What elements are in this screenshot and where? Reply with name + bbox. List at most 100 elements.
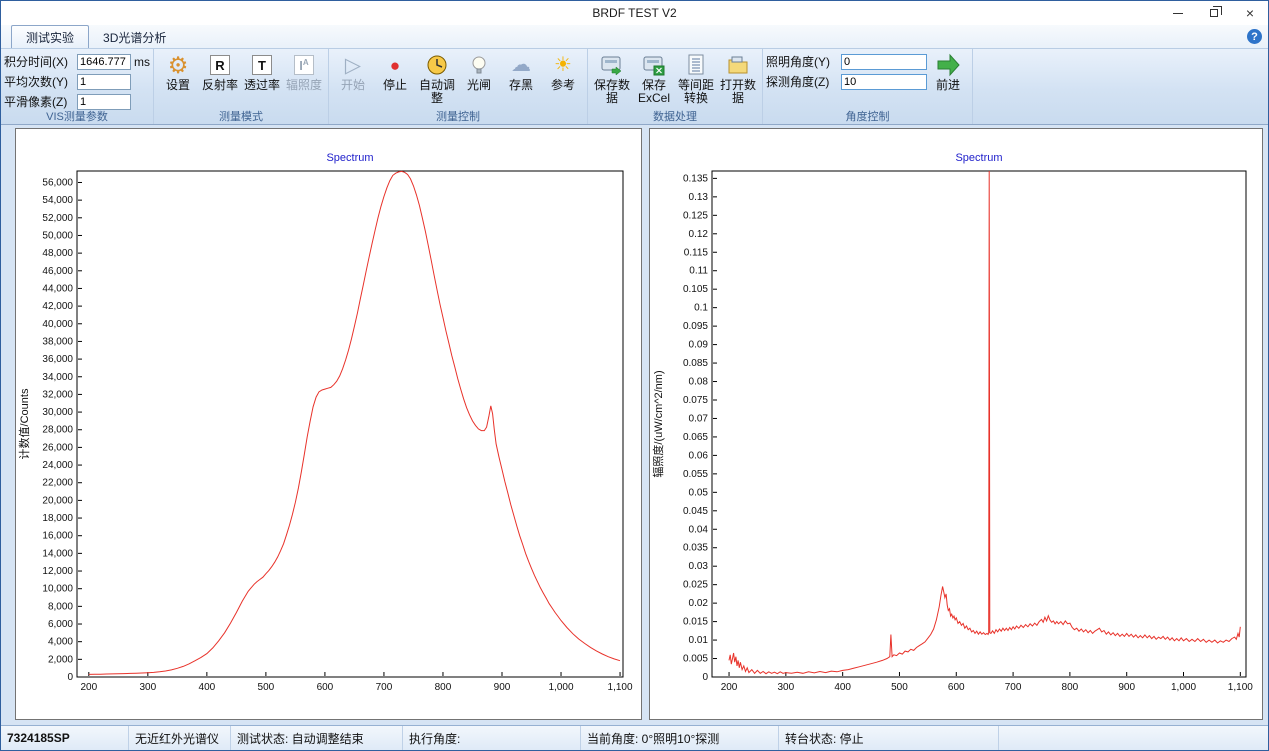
svg-text:0: 0 xyxy=(702,672,708,683)
group-vis-params: 积分时间(X) ms 平均次数(Y) 平滑像素(Z) VIS测量参数 xyxy=(1,49,154,124)
svg-text:计数值/Counts: 计数值/Counts xyxy=(18,388,31,459)
irradiance-spectrum-chart: Spectrum00.0050.010.0150.020.0250.030.03… xyxy=(650,129,1262,719)
store-dark-button[interactable]: ☁ 存黑 xyxy=(500,50,542,106)
shutter-button[interactable]: 光闸 xyxy=(458,50,500,106)
svg-text:52,000: 52,000 xyxy=(42,213,73,224)
auto-adjust-button[interactable]: 自动调整 xyxy=(416,50,458,106)
sun-icon: ☀ xyxy=(554,55,572,75)
tab-test-experiment[interactable]: 测试实验 xyxy=(11,25,89,48)
detection-angle-label: 探测角度(Z) xyxy=(766,73,838,90)
svg-text:Spectrum: Spectrum xyxy=(955,152,1002,164)
smooth-pixels-input[interactable] xyxy=(77,94,131,110)
svg-text:0.09: 0.09 xyxy=(689,340,709,351)
svg-text:24,000: 24,000 xyxy=(42,460,73,471)
svg-text:500: 500 xyxy=(891,682,908,693)
open-data-button[interactable]: 打开数据 xyxy=(717,50,759,106)
status-test-state: 测试状态: 自动调整结束 xyxy=(231,726,403,750)
svg-text:54,000: 54,000 xyxy=(42,195,73,206)
restore-button[interactable] xyxy=(1196,1,1232,25)
svg-text:40,000: 40,000 xyxy=(42,319,73,330)
cloud-icon: ☁ xyxy=(511,55,531,75)
smooth-pixels-field: 平滑像素(Z) xyxy=(4,93,150,110)
minimize-button[interactable] xyxy=(1160,1,1196,25)
svg-text:200: 200 xyxy=(80,682,97,693)
transmittance-button[interactable]: T 透过率 xyxy=(241,50,283,106)
svg-text:48,000: 48,000 xyxy=(42,248,73,259)
svg-text:0.06: 0.06 xyxy=(689,450,709,461)
svg-text:36,000: 36,000 xyxy=(42,354,73,365)
detection-angle-field: 探测角度(Z) xyxy=(766,73,927,90)
svg-text:30,000: 30,000 xyxy=(42,407,73,418)
svg-text:0.12: 0.12 xyxy=(689,229,709,240)
svg-text:0.125: 0.125 xyxy=(683,210,708,221)
save-data-button[interactable]: 保存数据 xyxy=(591,50,633,106)
svg-text:26,000: 26,000 xyxy=(42,442,73,453)
group-angle-control: 照明角度(Y) 探测角度(Z) 前进 角度控制 xyxy=(763,49,973,124)
svg-text:42,000: 42,000 xyxy=(42,301,73,312)
svg-text:1,000: 1,000 xyxy=(549,682,574,693)
svg-text:600: 600 xyxy=(948,682,965,693)
group-measure-mode: ⚙ 设置 R 反射率 T 透过率 IA 辐照度 测量模式 xyxy=(154,49,329,124)
stop-icon: ● xyxy=(390,57,400,74)
transmittance-icon: T xyxy=(252,55,272,75)
group-label-data-processing: 数据处理 xyxy=(591,110,759,124)
irradiance-spectrum-panel: Spectrum00.0050.010.0150.020.0250.030.03… xyxy=(649,128,1263,720)
settings-button[interactable]: ⚙ 设置 xyxy=(157,50,199,106)
stop-button[interactable]: ● 停止 xyxy=(374,50,416,106)
save-excel-button[interactable]: 保存ExCel xyxy=(633,50,675,106)
help-icon[interactable]: ? xyxy=(1247,29,1262,44)
svg-text:0.105: 0.105 xyxy=(683,284,708,295)
group-label-vis-params: VIS测量参数 xyxy=(4,110,150,124)
ribbon: 积分时间(X) ms 平均次数(Y) 平滑像素(Z) VIS测量参数 xyxy=(1,48,1268,125)
detection-angle-input[interactable] xyxy=(841,74,927,90)
reflectance-button[interactable]: R 反射率 xyxy=(199,50,241,106)
irradiance-button[interactable]: IA 辐照度 xyxy=(283,50,325,106)
status-device: 无近红外光谱仪 xyxy=(129,726,231,750)
svg-text:10,000: 10,000 xyxy=(42,584,73,595)
integration-time-input[interactable] xyxy=(77,54,131,70)
start-button[interactable]: ▷ 开始 xyxy=(332,50,374,106)
minimize-icon xyxy=(1173,13,1183,14)
svg-text:400: 400 xyxy=(834,682,851,693)
average-count-field: 平均次数(Y) xyxy=(4,73,150,90)
equal-interval-icon xyxy=(684,53,708,77)
average-count-input[interactable] xyxy=(77,74,131,90)
reference-button[interactable]: ☀ 参考 xyxy=(542,50,584,106)
tab-3d-spectrum-analysis[interactable]: 3D光谱分析 xyxy=(89,26,180,48)
close-icon: × xyxy=(1246,5,1254,21)
reflectance-icon: R xyxy=(210,55,230,75)
svg-text:44,000: 44,000 xyxy=(42,283,73,294)
equal-interval-convert-button[interactable]: 等间距转换 xyxy=(675,50,717,106)
svg-text:2,000: 2,000 xyxy=(48,654,73,665)
title-bar: BRDF TEST V2 × xyxy=(1,1,1268,25)
svg-text:900: 900 xyxy=(494,682,511,693)
status-filler xyxy=(999,726,1268,750)
group-label-measure-control: 测量控制 xyxy=(332,110,584,124)
svg-text:0.005: 0.005 xyxy=(683,654,708,665)
restore-icon xyxy=(1210,9,1218,17)
svg-text:14,000: 14,000 xyxy=(42,548,73,559)
app-window: BRDF TEST V2 × 测试实验 3D光谱分析 ? 积分时间(X) ms xyxy=(0,0,1269,751)
svg-text:0.015: 0.015 xyxy=(683,617,708,628)
status-serial: 7324185SP xyxy=(1,726,129,750)
svg-text:4,000: 4,000 xyxy=(48,637,73,648)
illumination-angle-input[interactable] xyxy=(841,54,927,70)
svg-text:12,000: 12,000 xyxy=(42,566,73,577)
svg-text:32,000: 32,000 xyxy=(42,389,73,400)
status-exec-angle: 执行角度: xyxy=(403,726,581,750)
group-label-measure-mode: 测量模式 xyxy=(157,110,325,124)
svg-text:6,000: 6,000 xyxy=(48,619,73,630)
close-button[interactable]: × xyxy=(1232,1,1268,25)
auto-adjust-icon xyxy=(425,53,449,77)
svg-text:0.11: 0.11 xyxy=(689,266,708,277)
irradiance-icon: IA xyxy=(294,55,314,75)
svg-text:1,100: 1,100 xyxy=(608,682,633,693)
average-count-label: 平均次数(Y) xyxy=(4,73,74,90)
svg-text:辐照度/(uW/cm^2/nm): 辐照度/(uW/cm^2/nm) xyxy=(651,370,665,477)
illumination-angle-field: 照明角度(Y) xyxy=(766,53,927,70)
forward-button[interactable]: 前进 xyxy=(927,50,969,106)
svg-text:500: 500 xyxy=(258,682,275,693)
svg-text:16,000: 16,000 xyxy=(42,531,73,542)
svg-text:900: 900 xyxy=(1118,682,1135,693)
svg-text:0.065: 0.065 xyxy=(683,432,708,443)
